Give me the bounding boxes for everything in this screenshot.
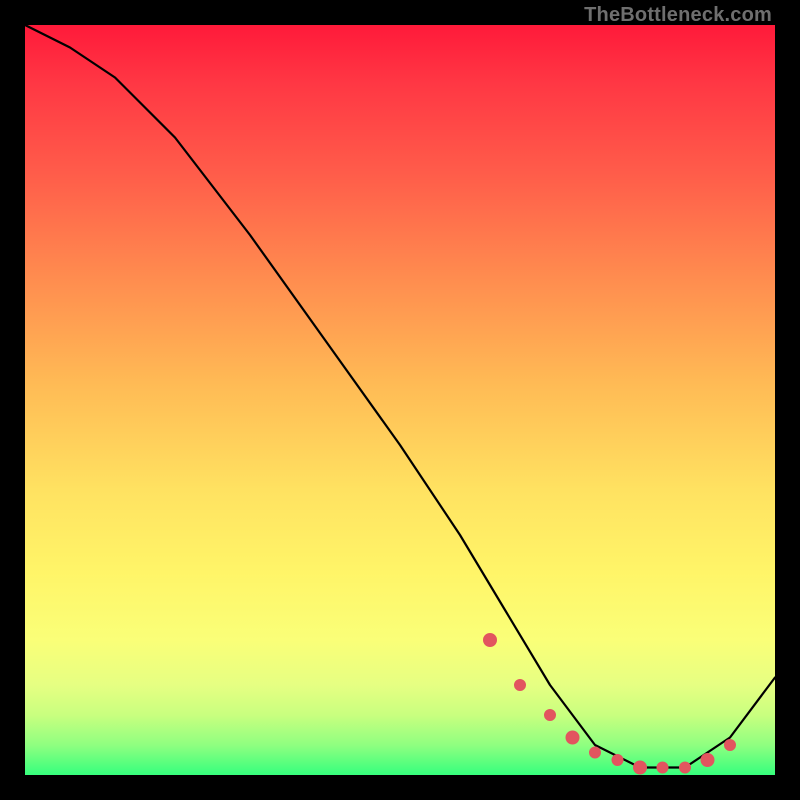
watermark-text: TheBottleneck.com [584,4,772,27]
highlight-dot [515,680,526,691]
gradient-plot-area [25,25,775,775]
highlight-dot [680,762,691,773]
highlight-dot [590,747,601,758]
highlight-dot [701,754,714,767]
chart-stage: TheBottleneck.com [0,0,800,800]
highlight-dot [612,755,623,766]
highlight-dot [634,761,647,774]
highlight-dot [545,710,556,721]
highlight-dot [725,740,736,751]
highlight-dot [657,762,668,773]
curve-layer [25,25,775,775]
highlight-dot [484,634,497,647]
bottleneck-curve [25,25,775,768]
highlight-dot [566,731,579,744]
